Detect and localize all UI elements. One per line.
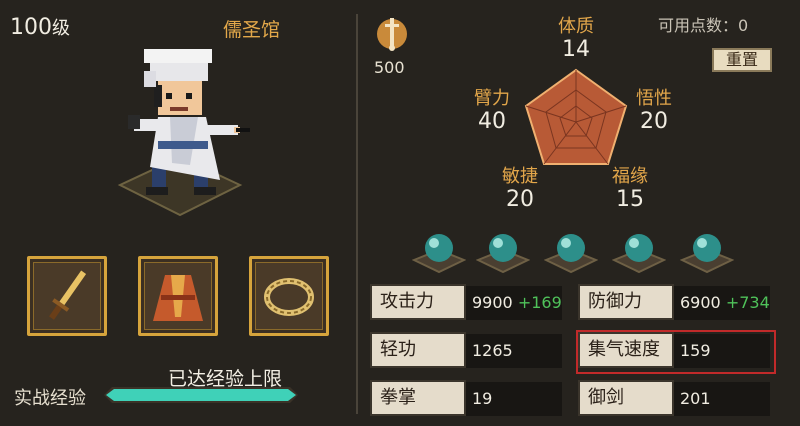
experience-bar — [104, 387, 298, 403]
stat-label: 攻击力 — [370, 284, 466, 320]
attribute-tizhi: 体质 14 — [558, 16, 594, 62]
gem-slot-icon[interactable] — [679, 226, 735, 278]
stat-label: 防御力 — [578, 284, 674, 320]
stat-value: 9900 +1696 — [466, 286, 562, 320]
stat-label: 御剑 — [578, 380, 674, 416]
stat-qi-speed[interactable]: 集气速度 159 — [576, 330, 776, 374]
stat-value: 6900 +734 — [674, 286, 770, 320]
stat-value: 201 — [674, 382, 770, 416]
panel-divider — [356, 14, 358, 414]
stat-yujian: 御剑 201 — [578, 380, 774, 420]
stat-value: 1265 — [466, 334, 562, 368]
stat-qinggong: 轻功 1265 — [370, 332, 566, 372]
experience-label: 实战经验 — [14, 388, 86, 409]
gem-slot-icon[interactable] — [411, 226, 467, 278]
stat-attack: 攻击力 9900 +1696 — [370, 284, 566, 324]
available-points: 可用点数：0 — [658, 16, 749, 35]
stat-quanzhang: 拳掌 19 — [370, 380, 566, 420]
gem-slot-icon[interactable] — [475, 226, 531, 278]
bracelet-icon — [264, 278, 314, 316]
stat-label: 集气速度 — [578, 332, 674, 368]
character-level: 100级 — [10, 15, 70, 40]
attribute-radar — [520, 64, 632, 172]
attribute-fuyuan: 福缘 15 — [612, 166, 648, 212]
character-avatar — [110, 45, 294, 225]
attribute-bili: 臂力 40 — [474, 88, 510, 134]
equip-slot-weapon[interactable] — [27, 256, 107, 336]
equip-slot-accessory[interactable] — [249, 256, 329, 336]
attribute-minjie: 敏捷 20 — [502, 166, 538, 212]
sword-icon — [49, 270, 87, 320]
stat-defense: 防御力 6900 +734 — [578, 284, 774, 324]
character-school: 儒圣馆 — [223, 19, 281, 41]
reset-button[interactable]: 重置 — [712, 48, 772, 72]
sword-emblem-icon — [375, 14, 409, 54]
stat-label: 拳掌 — [370, 380, 466, 416]
equip-slot-armor[interactable] — [138, 256, 218, 336]
robe-icon — [153, 275, 203, 321]
stat-label: 轻功 — [370, 332, 466, 368]
attribute-wuxing: 悟性 20 — [636, 88, 672, 134]
stat-value: 159 — [674, 334, 770, 368]
stat-value: 19 — [466, 382, 562, 416]
gem-slot-icon[interactable] — [543, 226, 599, 278]
gem-slot-icon[interactable] — [611, 226, 667, 278]
character-panel: 100级 儒圣馆 已达经验上限 实战经验 500 可用点数：0 重置 体质 14… — [0, 0, 800, 426]
token-value: 500 — [374, 58, 405, 77]
